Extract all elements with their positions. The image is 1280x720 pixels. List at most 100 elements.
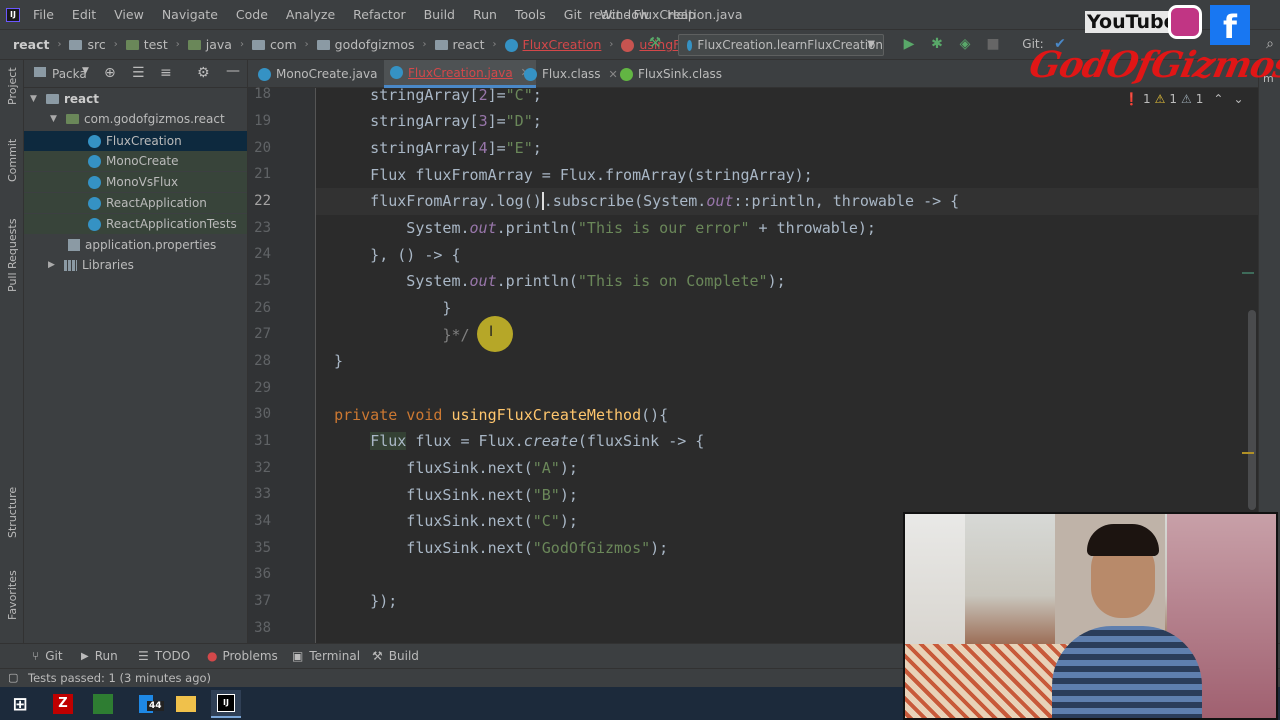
- build-hammer-icon[interactable]: ⚒: [647, 35, 663, 51]
- pull-requests-tool-tab[interactable]: Pull Requests: [6, 219, 19, 292]
- locate-icon[interactable]: ⊕: [104, 65, 116, 81]
- code-line-30: private void usingFluxCreateMethod(){: [334, 406, 669, 424]
- class-icon: [687, 39, 693, 51]
- run-configuration-select[interactable]: FluxCreation.learnFluxCreation ▼: [678, 34, 884, 56]
- breadcrumb-item[interactable]: FluxCreation ›: [504, 30, 622, 60]
- class-icon: [258, 67, 271, 81]
- chevron-down-icon: ▼: [50, 114, 57, 124]
- line-number: 29: [254, 380, 271, 396]
- tree-item-fluxcreation[interactable]: FluxCreation: [24, 131, 247, 151]
- tab-flux-class[interactable]: Flux.class ✕: [518, 60, 624, 88]
- spreadsheet-icon[interactable]: [93, 694, 113, 714]
- class-icon: [88, 154, 101, 168]
- run-icon[interactable]: ▶: [901, 36, 917, 52]
- menu-code[interactable]: Code: [236, 0, 268, 30]
- app-icon-with-badge[interactable]: 44: [131, 690, 164, 718]
- tree-item-react[interactable]: ▼ react: [30, 89, 246, 109]
- todo-tool-button[interactable]: ☰ TODO: [138, 644, 190, 669]
- commit-tool-tab[interactable]: Commit: [6, 139, 19, 182]
- editor-scrollbar[interactable]: [1248, 310, 1256, 510]
- menu-edit[interactable]: Edit: [72, 0, 96, 30]
- breadcrumb-item[interactable]: react ›: [13, 30, 69, 60]
- change-marker: [1242, 272, 1254, 274]
- code-line-31: Flux flux = Flux.create(fluxSink -> {: [370, 432, 705, 450]
- inspection-widget[interactable]: ❗ 1 ⚠ 1 ⚠ 1 ⌃ ⌄: [1124, 92, 1248, 106]
- left-tool-strip: Project Commit Pull Requests Structure F…: [0, 60, 24, 668]
- folder-icon: [434, 40, 448, 50]
- code-line-28: }: [316, 352, 344, 370]
- favorites-tool-tab[interactable]: Favorites: [6, 570, 19, 620]
- menu-tools[interactable]: Tools: [515, 0, 546, 30]
- folder-icon: [316, 40, 330, 50]
- terminal-tool-button[interactable]: ▣ Terminal: [292, 644, 360, 669]
- menu-navigate[interactable]: Navigate: [162, 0, 218, 30]
- tree-item-reactapplicationtests[interactable]: ReactApplicationTests: [24, 214, 247, 234]
- status-toggle-icon[interactable]: ▢: [8, 671, 18, 684]
- build-tool-button[interactable]: ⚒ Build: [372, 644, 419, 669]
- gear-icon[interactable]: ⚙: [197, 65, 210, 81]
- run-tool-button[interactable]: ▶ Run: [81, 644, 118, 669]
- breadcrumb-item[interactable]: src ›: [69, 30, 125, 60]
- breadcrumb-item[interactable]: react ›: [434, 30, 505, 60]
- tree-item-reactapplication[interactable]: ReactApplication: [24, 193, 247, 213]
- line-number: 37: [254, 593, 271, 609]
- class-icon: [524, 67, 537, 81]
- chevron-down-icon: ▼: [867, 39, 875, 50]
- coverage-icon[interactable]: ◈: [957, 36, 973, 52]
- line-number: 24: [254, 246, 271, 262]
- line-number: 18: [254, 86, 271, 102]
- structure-tool-tab[interactable]: Structure: [6, 487, 19, 538]
- error-icon: ●: [207, 649, 218, 663]
- chevron-down-icon[interactable]: ⌄: [1233, 92, 1243, 106]
- youtube-logo: YouTube: [1085, 11, 1179, 33]
- tree-item-monovsflux[interactable]: MonoVsFlux: [24, 172, 247, 192]
- class-icon: [390, 66, 403, 79]
- menu-run[interactable]: Run: [473, 0, 497, 30]
- intellij-taskbar-icon[interactable]: IJ: [217, 694, 235, 712]
- text-cursor-icon: I: [489, 324, 494, 340]
- minimize-icon[interactable]: —: [226, 63, 240, 79]
- project-tool-tab[interactable]: Project: [6, 67, 19, 105]
- line-number: 34: [254, 513, 271, 529]
- breadcrumb-item[interactable]: java ›: [187, 30, 252, 60]
- windows-start-icon[interactable]: ⊞: [5, 690, 35, 718]
- line-number: 30: [254, 406, 271, 422]
- code-line-21: Flux fluxFromArray = Flux.fromArray(stri…: [316, 166, 813, 184]
- menu-git[interactable]: Git: [564, 0, 582, 30]
- interface-icon: [620, 67, 633, 81]
- warning-marker: [1242, 452, 1254, 454]
- tree-item-monocreate[interactable]: MonoCreate: [24, 151, 247, 171]
- breadcrumb-item[interactable]: test ›: [125, 30, 188, 60]
- class-icon: [88, 134, 101, 148]
- breadcrumb-item[interactable]: godofgizmos ›: [316, 30, 435, 60]
- debug-icon[interactable]: ✱: [929, 36, 945, 52]
- file-explorer-icon[interactable]: [176, 696, 196, 712]
- folder-icon: [46, 94, 59, 104]
- filezilla-icon[interactable]: Z: [53, 694, 73, 714]
- menu-file[interactable]: File: [33, 0, 54, 30]
- tab-fluxsink-class[interactable]: FluxSink.class: [614, 60, 728, 88]
- chevron-down-icon[interactable]: ▼: [82, 66, 89, 76]
- menu-analyze[interactable]: Analyze: [286, 0, 335, 30]
- menu-refactor[interactable]: Refactor: [353, 0, 405, 30]
- code-line-22: fluxFromArray.log() .subscribe(System.out…: [316, 188, 1258, 215]
- window-title: react - FluxCreation.java: [589, 7, 743, 22]
- instagram-icon: [1168, 5, 1202, 39]
- git-tool-button[interactable]: ⑂ Git: [32, 644, 63, 669]
- code-line-32: fluxSink.next("A");: [316, 459, 578, 477]
- tree-item-package[interactable]: ▼ com.godofgizmos.react: [50, 109, 246, 129]
- tree-item-application-properties[interactable]: application.properties: [68, 235, 244, 255]
- menu-build[interactable]: Build: [424, 0, 455, 30]
- collapse-all-icon[interactable]: ≡: [160, 65, 172, 81]
- line-number: 27: [254, 326, 271, 342]
- chevron-up-icon[interactable]: ⌃: [1213, 92, 1223, 106]
- expand-all-icon[interactable]: ☰: [132, 65, 145, 81]
- menu-view[interactable]: View: [114, 0, 144, 30]
- tab-monocreate[interactable]: MonoCreate.java ✕: [252, 60, 401, 88]
- stop-icon[interactable]: ■: [985, 36, 1001, 52]
- problems-tool-button[interactable]: ● Problems: [207, 644, 278, 669]
- package-icon: [66, 114, 79, 124]
- tab-fluxcreation[interactable]: FluxCreation.java ✕: [384, 60, 536, 88]
- tree-item-libraries[interactable]: ▶ Libraries: [48, 255, 244, 275]
- breadcrumb-item[interactable]: com ›: [251, 30, 317, 60]
